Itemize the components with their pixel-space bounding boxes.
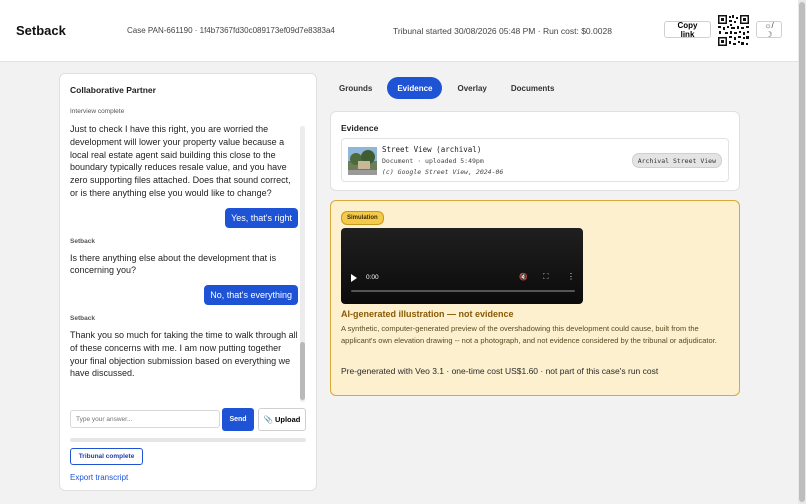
evidence-title: Evidence (341, 123, 379, 133)
progress-bar (70, 438, 306, 442)
video-player[interactable]: 0:00 🔇 ⛶ ⋮ (341, 228, 583, 304)
brand-logo[interactable]: Setback (16, 23, 66, 38)
tab-evidence[interactable]: Evidence (387, 77, 443, 99)
video-progress-bar[interactable] (351, 290, 575, 292)
assistant-message: Thank you so much for taking the time to… (70, 329, 298, 379)
volume-icon[interactable]: 🔇 (519, 273, 528, 281)
assistant-message: Is there anything else about the develop… (70, 252, 277, 276)
chat-scrollbar[interactable] (300, 126, 305, 402)
user-reply: No, that's everything (70, 285, 298, 306)
tab-documents[interactable]: Documents (502, 77, 564, 99)
upload-label: Upload (274, 415, 301, 424)
tribunal-complete-button[interactable]: Tribunal complete (70, 448, 143, 465)
qr-code-icon (717, 14, 750, 47)
evidence-credit: (c) Google Street View, 2024-06 (382, 168, 504, 176)
case-id: Case PAN-661190 · 1f4b7367fd30c089173ef0… (127, 26, 335, 35)
collaborative-partner-panel: Collaborative Partner Interview complete… (59, 73, 317, 491)
user-reply-text: Yes, that's right (225, 207, 298, 228)
top-header: Setback Case PAN-661190 · 1f4b7367fd30c0… (0, 0, 798, 62)
more-options-icon[interactable]: ⋮ (567, 272, 575, 281)
simulation-panel: Simulation 0:00 🔇 ⛶ ⋮ AI-generated illus… (330, 200, 740, 396)
send-button[interactable]: Send (222, 408, 254, 431)
message-sender: Setback (70, 237, 95, 245)
evidence-meta: Document · uploaded 5:49pm (382, 157, 484, 165)
evidence-name: Street View (archival) (382, 145, 482, 154)
evidence-type-badge: Archival Street View (631, 153, 722, 168)
upload-button[interactable]: 📎 Upload (258, 408, 306, 431)
answer-input[interactable] (70, 410, 220, 428)
fullscreen-icon[interactable]: ⛶ (543, 272, 549, 282)
chat-transcript[interactable]: Just to check I have this right, you are… (70, 123, 298, 405)
export-transcript-link[interactable]: Export transcript (70, 473, 128, 482)
paperclip-icon: 📎 (263, 415, 273, 424)
play-icon[interactable] (351, 274, 357, 282)
simulation-cost-note: Pre-generated with Veo 3.1 · one-time co… (341, 366, 659, 376)
panel-title: Collaborative Partner (70, 85, 156, 95)
evidence-panel: Evidence Street View (archival) Document… (330, 111, 740, 191)
tab-grounds[interactable]: Grounds (330, 77, 381, 99)
page-scrollbar-thumb[interactable] (799, 2, 805, 502)
user-reply: Yes, that's right (70, 207, 298, 228)
tab-bar: Grounds Evidence Overlay Documents (330, 77, 569, 99)
user-reply-text: No, that's everything (204, 285, 298, 306)
tab-overlay[interactable]: Overlay (448, 77, 495, 99)
simulation-heading: AI-generated illustration — not evidence (341, 309, 514, 319)
message-sender: Setback (70, 315, 95, 323)
simulation-badge: Simulation (341, 211, 384, 225)
page-scrollbar[interactable] (798, 0, 806, 504)
interview-status: Interview complete (70, 108, 125, 115)
tribunal-status: Tribunal started 30/08/2026 05:48 PM · R… (393, 26, 612, 36)
street-view-thumbnail[interactable] (348, 147, 377, 175)
video-time: 0:00 (366, 274, 379, 281)
chat-scrollbar-thumb[interactable] (300, 342, 305, 400)
assistant-message: Just to check I have this right, you are… (70, 124, 291, 198)
theme-toggle-button[interactable]: ☼/☽ (756, 21, 782, 39)
copy-link-button[interactable]: Copy link (664, 21, 711, 39)
evidence-item[interactable]: Street View (archival) Document · upload… (341, 138, 729, 182)
simulation-description: A synthetic, computer-generated preview … (341, 324, 717, 345)
